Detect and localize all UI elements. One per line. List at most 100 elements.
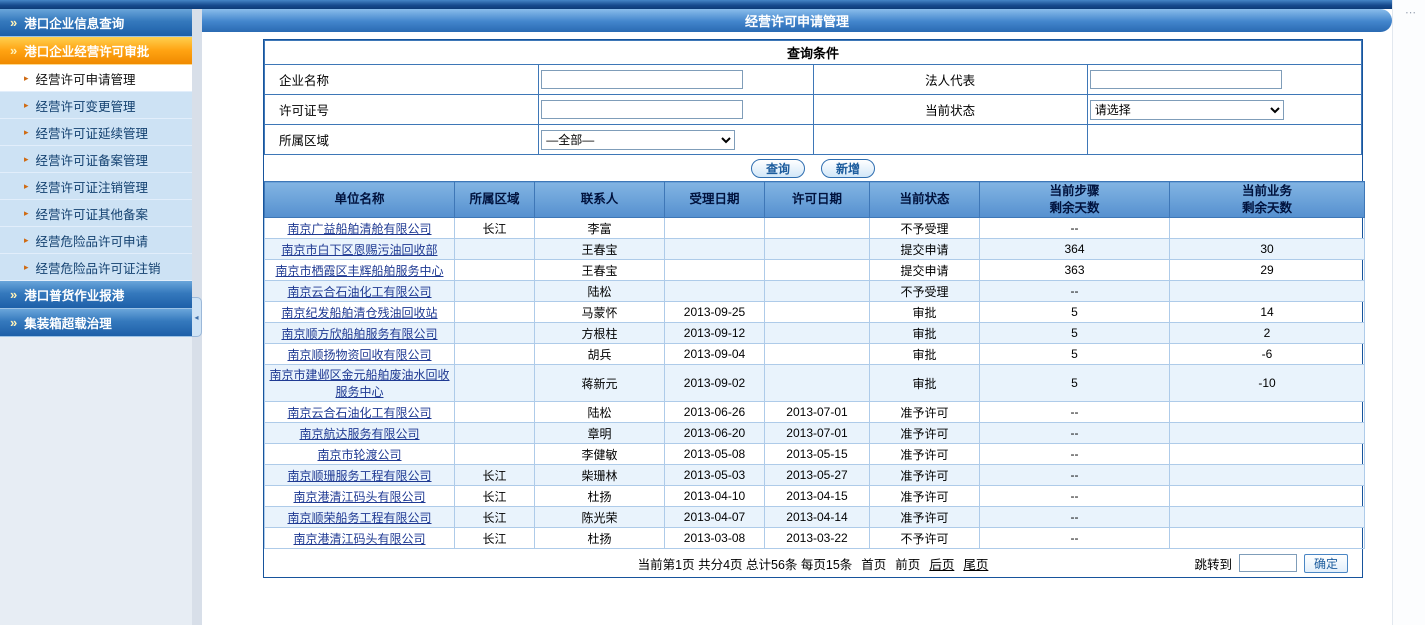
company-link[interactable]: 南京纪发船舶清仓残油回收站 — [281, 306, 437, 320]
table-row: 南京广益船舶清舱有限公司长江李富不予受理-- — [265, 218, 1365, 239]
table-cell: 2013-07-01 — [765, 423, 870, 444]
table-cell: -- — [980, 423, 1170, 444]
table-cell: 29 — [1170, 260, 1365, 281]
company-link[interactable]: 南京云合石油化工有限公司 — [287, 285, 431, 299]
table-cell — [455, 444, 535, 465]
company-link[interactable]: 南京顺荣船务工程有限公司 — [287, 511, 431, 525]
table-cell: 蒋新元 — [535, 365, 665, 402]
sidebar-group-10[interactable]: »港口普货作业报港 — [0, 281, 192, 309]
query-section-title: 查询条件 — [265, 41, 1362, 65]
table-cell: -10 — [1170, 365, 1365, 402]
sidebar-subitem-3[interactable]: ▸经营许可变更管理 — [0, 92, 192, 119]
table-cell: 2013-09-02 — [665, 365, 765, 402]
table-cell — [665, 218, 765, 239]
sidebar-subitem-4[interactable]: ▸经营许可证延续管理 — [0, 119, 192, 146]
table-cell: 审批 — [870, 365, 980, 402]
company-link[interactable]: 南京广益船舶清舱有限公司 — [287, 222, 431, 236]
table-cell: 准予许可 — [870, 486, 980, 507]
sidebar-item-label: 港口企业经营许可审批 — [24, 41, 149, 60]
company-link[interactable]: 南京航达服务有限公司 — [299, 427, 419, 441]
sidebar-item-label: 经营许可申请管理 — [36, 69, 136, 88]
jump-page-input[interactable] — [1239, 554, 1297, 572]
table-row: 南京航达服务有限公司章明2013-06-202013-07-01准予许可-- — [265, 423, 1365, 444]
table-cell: 李健敏 — [535, 444, 665, 465]
company-link[interactable]: 南京顺方欣船舶服务有限公司 — [281, 327, 437, 341]
double-chevron-icon: » — [10, 16, 17, 29]
jump-confirm-button[interactable]: 确定 — [1304, 554, 1348, 573]
table-cell: -- — [980, 218, 1170, 239]
legal-rep-input[interactable] — [1090, 70, 1282, 89]
company-link[interactable]: 南京市白下区恩赐污油回收部 — [281, 243, 437, 257]
company-name-cell: 南京港清江码头有限公司 — [265, 486, 455, 507]
table-cell — [1170, 218, 1365, 239]
table-cell — [455, 302, 535, 323]
company-name-cell: 南京顺方欣船舶服务有限公司 — [265, 323, 455, 344]
table-cell — [765, 365, 870, 402]
legal-rep-label: 法人代表 — [813, 65, 1087, 95]
company-link[interactable]: 南京市栖霞区丰辉船舶服务中心 — [275, 264, 443, 278]
company-link[interactable]: 南京云合石油化工有限公司 — [287, 406, 431, 420]
arrow-icon: ▸ — [24, 155, 29, 164]
table-cell — [765, 281, 870, 302]
company-link[interactable]: 南京市轮渡公司 — [317, 448, 401, 462]
pagination-bar: 当前第1页 共分4页 总计56条 每页15条 首页 前页 后页 尾页 跳转到 确… — [264, 549, 1362, 577]
license-no-input[interactable] — [541, 100, 743, 119]
pagination-next[interactable]: 后页 — [929, 554, 954, 573]
empty-cell — [1087, 125, 1361, 155]
table-cell — [455, 281, 535, 302]
table-cell: 30 — [1170, 239, 1365, 260]
company-link[interactable]: 南京顺珊服务工程有限公司 — [287, 469, 431, 483]
sidebar-subitem-9[interactable]: ▸经营危险品许可证注销 — [0, 254, 192, 281]
query-form: 查询条件 企业名称 法人代表 许可证号 当前状态 请选择 — [264, 40, 1362, 155]
company-name-cell: 南京顺扬物资回收有限公司 — [265, 344, 455, 365]
company-link[interactable]: 南京市建邺区金元船舶废油水回收服务中心 — [269, 368, 449, 399]
table-cell: 2013-03-22 — [765, 528, 870, 549]
company-link[interactable]: 南京顺扬物资回收有限公司 — [287, 348, 431, 362]
sidebar: »港口企业信息查询»港口企业经营许可审批▸经营许可申请管理▸经营许可变更管理▸经… — [0, 9, 192, 625]
company-link[interactable]: 南京港清江码头有限公司 — [293, 490, 425, 504]
table-row: 南京市白下区恩赐污油回收部王春宝提交申请36430 — [265, 239, 1365, 260]
table-cell: 杜扬 — [535, 528, 665, 549]
column-header: 单位名称 — [265, 182, 455, 218]
table-cell: 准予许可 — [870, 507, 980, 528]
jump-controls: 跳转到 确定 — [1194, 554, 1348, 573]
sidebar-group-11[interactable]: »集装箱超载治理 — [0, 309, 192, 337]
table-cell: 长江 — [455, 507, 535, 528]
status-select[interactable]: 请选择 — [1090, 100, 1284, 120]
table-cell — [1170, 486, 1365, 507]
table-cell: 2013-07-01 — [765, 402, 870, 423]
table-row: 南京港清江码头有限公司长江杜扬2013-04-102013-04-15准予许可-… — [265, 486, 1365, 507]
arrow-icon: ▸ — [24, 101, 29, 110]
sidebar-group-1[interactable]: »港口企业经营许可审批 — [0, 37, 192, 65]
table-cell: 364 — [980, 239, 1170, 260]
table-cell — [765, 323, 870, 344]
column-header: 许可日期 — [765, 182, 870, 218]
sidebar-subitem-8[interactable]: ▸经营危险品许可申请 — [0, 227, 192, 254]
table-cell: 不予受理 — [870, 281, 980, 302]
pagination-last[interactable]: 尾页 — [963, 554, 988, 573]
sidebar-group-0[interactable]: »港口企业信息查询 — [0, 9, 192, 37]
pagination-first: 首页 — [861, 554, 886, 573]
double-chevron-icon: » — [10, 316, 17, 329]
sidebar-subitem-5[interactable]: ▸经营许可证备案管理 — [0, 146, 192, 173]
table-row: 南京云合石油化工有限公司陆松2013-06-262013-07-01准予许可-- — [265, 402, 1365, 423]
company-name-cell: 南京航达服务有限公司 — [265, 423, 455, 444]
sidebar-collapse-handle[interactable]: ◂ — [192, 297, 202, 337]
table-cell: 李富 — [535, 218, 665, 239]
table-cell: 陆松 — [535, 402, 665, 423]
sidebar-subitem-2[interactable]: ▸经营许可申请管理 — [0, 65, 192, 92]
sidebar-subitem-6[interactable]: ▸经营许可证注销管理 — [0, 173, 192, 200]
company-link[interactable]: 南京港清江码头有限公司 — [293, 532, 425, 546]
sidebar-subitem-7[interactable]: ▸经营许可证其他备案 — [0, 200, 192, 227]
table-row: 南京市轮渡公司李健敏2013-05-082013-05-15准予许可-- — [265, 444, 1365, 465]
region-select[interactable]: —全部— — [541, 130, 735, 150]
add-button[interactable]: 新增 — [821, 159, 875, 178]
main-area: 经营许可申请管理 查询条件 企业名称 法人代表 许可证号 当前状态 — [202, 9, 1392, 625]
table-cell: -- — [980, 402, 1170, 423]
column-header: 当前步骤剩余天数 — [980, 182, 1170, 218]
company-name-input[interactable] — [541, 70, 743, 89]
search-button[interactable]: 查询 — [751, 159, 805, 178]
table-cell: 马蒙怀 — [535, 302, 665, 323]
company-name-cell: 南京市栖霞区丰辉船舶服务中心 — [265, 260, 455, 281]
table-cell: 陆松 — [535, 281, 665, 302]
